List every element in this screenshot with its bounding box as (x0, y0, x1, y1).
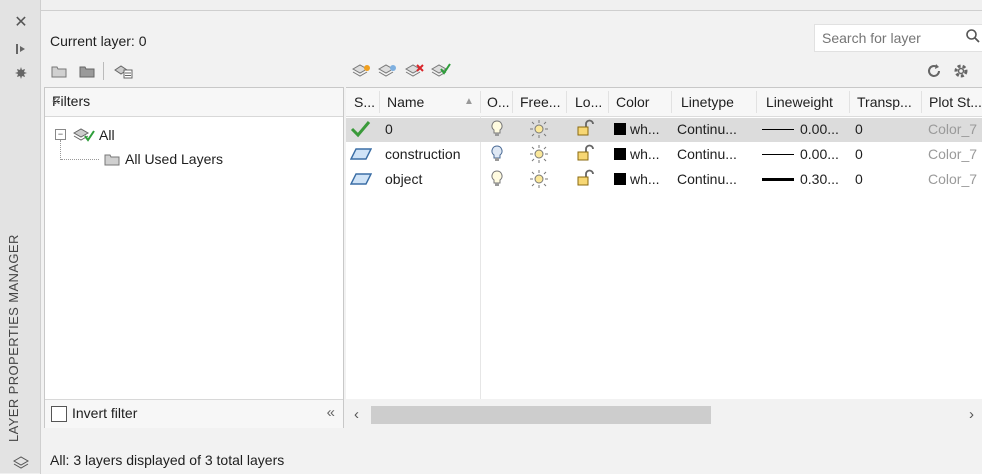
current-check-icon (348, 119, 372, 142)
lineweight-sample (762, 129, 794, 130)
scroll-right-icon[interactable]: › (969, 406, 974, 423)
gear-icon[interactable] (952, 62, 970, 78)
layer-linetype[interactable]: Continu... (677, 146, 737, 162)
new-filter-icon[interactable] (50, 63, 68, 79)
lineweight-sample (762, 154, 794, 155)
lineweight-sample (762, 178, 794, 181)
collapse-bottom-icon[interactable]: « (327, 404, 335, 421)
refresh-icon[interactable] (926, 63, 944, 79)
layer-list-header: S... Name ▲ O... Free... Lo... Color Lin… (346, 88, 982, 117)
layer-list: S... Name ▲ O... Free... Lo... Color Lin… (346, 87, 982, 399)
layer-transparency[interactable]: 0 (855, 121, 863, 137)
sun-icon[interactable] (530, 120, 548, 141)
invert-filter-label: Invert filter (72, 405, 138, 421)
layer-plot-style[interactable]: Color_7 (928, 146, 977, 162)
search-box[interactable] (814, 24, 982, 52)
layer-parallelogram-icon (349, 147, 373, 164)
filters-panel: Filters « − All All Used Layers Invert f… (44, 87, 344, 428)
layer-linetype[interactable]: Continu... (677, 121, 737, 137)
status-bar: All: 3 layers displayed of 3 total layer… (50, 452, 285, 468)
toolbar-divider (103, 62, 104, 80)
search-input[interactable] (820, 29, 964, 47)
lightbulb-icon[interactable] (491, 120, 503, 141)
layer-color[interactable]: wh... (614, 121, 660, 137)
column-header-name[interactable]: Name (387, 94, 424, 110)
column-header-status[interactable]: S... (354, 94, 375, 110)
unlock-icon[interactable] (577, 169, 595, 190)
filter-used-icon (103, 151, 121, 170)
layer-plot-style[interactable]: Color_7 (928, 121, 977, 137)
lightbulb-icon[interactable] (491, 170, 503, 191)
layer-color-name: wh... (630, 146, 660, 162)
tree-item-all-used-layers[interactable]: All Used Layers (125, 151, 223, 167)
current-layer-label: Current layer: 0 (50, 33, 147, 49)
layer-name[interactable]: construction (385, 146, 460, 162)
delete-layer-icon[interactable] (404, 63, 424, 79)
palette-titlebar: ✕ LAYER PROPERTIES MANAGER (0, 0, 41, 473)
collapse-filters-icon[interactable]: « (52, 92, 335, 109)
layer-lineweight[interactable]: 0.30... (762, 171, 839, 187)
layer-lineweight[interactable]: 0.00... (762, 121, 839, 137)
invert-filter-row: Invert filter « (45, 399, 343, 428)
set-current-icon[interactable] (430, 63, 451, 79)
filter-all-icon (72, 126, 95, 147)
layer-name[interactable]: 0 (385, 121, 393, 137)
tree-item-all[interactable]: All (99, 127, 115, 143)
new-layer-icon[interactable] (351, 63, 370, 79)
layer-color-name: wh... (630, 171, 660, 187)
color-swatch (614, 123, 626, 135)
search-icon[interactable] (965, 28, 981, 47)
tree-line (61, 159, 99, 161)
layer-color[interactable]: wh... (614, 171, 660, 187)
layer-row-2[interactable]: object wh... Continu... 0.30... 0 Color_… (346, 168, 982, 192)
column-header-lineweight[interactable]: Lineweight (766, 94, 833, 110)
group-filter-icon[interactable] (78, 63, 96, 79)
layer-lineweight-value: 0.30... (800, 171, 839, 187)
color-swatch (614, 148, 626, 160)
layer-lineweight-value: 0.00... (800, 121, 839, 137)
tree-collapse-toggle[interactable]: − (55, 129, 66, 140)
lightbulb-icon[interactable] (491, 145, 503, 166)
sort-ascending-icon: ▲ (464, 96, 474, 107)
color-swatch (614, 173, 626, 185)
layer-color[interactable]: wh... (614, 146, 660, 162)
layer-row-0[interactable]: 0 wh... Continu... 0.00... 0 Color_7 (346, 118, 982, 142)
layer-lineweight[interactable]: 0.00... (762, 146, 839, 162)
column-header-transparency[interactable]: Transp... (857, 94, 912, 110)
palette-title: LAYER PROPERTIES MANAGER (6, 234, 21, 442)
state-manager-icon[interactable] (113, 63, 133, 79)
layer-plot-style[interactable]: Color_7 (928, 171, 977, 187)
layer-transparency[interactable]: 0 (855, 171, 863, 187)
layer-linetype[interactable]: Continu... (677, 171, 737, 187)
layer-transparency[interactable]: 0 (855, 146, 863, 162)
layer-row-1[interactable]: construction wh... Continu... 0.00... 0 … (346, 143, 982, 167)
column-header-plot-style[interactable]: Plot St... (929, 94, 982, 110)
invert-filter-checkbox[interactable] (51, 406, 67, 422)
column-header-color[interactable]: Color (616, 94, 649, 110)
column-header-lock[interactable]: Lo... (575, 94, 602, 110)
filters-header: Filters « (45, 88, 343, 117)
sun-icon[interactable] (530, 145, 548, 166)
scrollbar-thumb[interactable] (371, 406, 711, 424)
settings-icon[interactable] (12, 66, 30, 84)
column-header-freeze[interactable]: Free... (520, 94, 560, 110)
layer-lineweight-value: 0.00... (800, 146, 839, 162)
pin-icon[interactable] (12, 42, 30, 60)
layer-stack-icon (12, 455, 30, 473)
horizontal-scrollbar[interactable]: ‹ › (346, 404, 982, 426)
scroll-left-icon[interactable]: ‹ (354, 406, 359, 423)
column-header-on[interactable]: O... (487, 94, 510, 110)
sun-icon[interactable] (530, 170, 548, 191)
layer-parallelogram-icon (349, 172, 373, 189)
layer-color-name: wh... (630, 121, 660, 137)
new-vp-frozen-layer-icon[interactable] (377, 63, 396, 79)
unlock-icon[interactable] (577, 144, 595, 165)
layer-name[interactable]: object (385, 171, 422, 187)
unlock-icon[interactable] (577, 119, 595, 140)
close-icon[interactable]: ✕ (12, 14, 30, 32)
column-header-linetype[interactable]: Linetype (681, 94, 734, 110)
tree-line (60, 140, 62, 160)
